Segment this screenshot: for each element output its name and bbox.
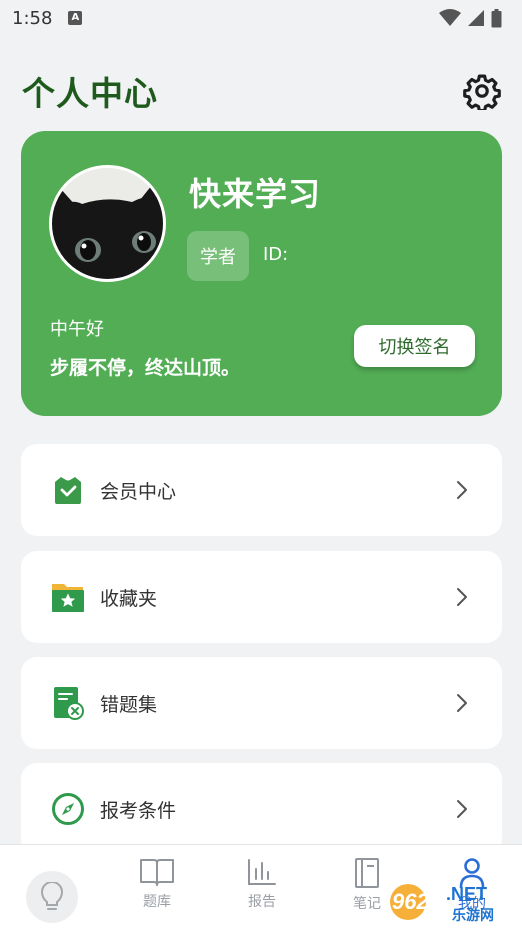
profile-name: 快来学习 bbox=[189, 175, 322, 213]
book-icon bbox=[140, 859, 174, 886]
lightbulb-icon bbox=[41, 882, 63, 910]
nav-item-question-bank[interactable]: 题库 bbox=[127, 857, 187, 911]
site-watermark: 962 .NET 乐游网 bbox=[386, 878, 518, 924]
chevron-right-icon bbox=[452, 693, 472, 713]
svg-text:乐游网: 乐游网 bbox=[452, 907, 494, 924]
chevron-right-icon bbox=[452, 799, 472, 819]
menu-item-membership[interactable]: 会员中心 bbox=[21, 444, 502, 536]
nav-item-report[interactable]: 报告 bbox=[232, 857, 292, 911]
chevron-right-icon bbox=[452, 587, 472, 607]
chevron-right-icon bbox=[452, 480, 472, 500]
compass-icon bbox=[51, 792, 85, 826]
role-badge: 学者 bbox=[187, 231, 249, 281]
menu-item-label: 会员中心 bbox=[100, 480, 177, 503]
notebook-icon bbox=[355, 858, 379, 888]
svg-text:962: 962 bbox=[392, 889, 429, 914]
switch-signature-button[interactable]: 切换签名 bbox=[354, 325, 475, 367]
status-time: 1:58 bbox=[12, 7, 53, 29]
greeting-text: 中午好 bbox=[50, 319, 104, 340]
battery-icon bbox=[491, 8, 502, 27]
gear-icon bbox=[463, 74, 501, 110]
nav-label-report: 报告 bbox=[248, 894, 276, 910]
profile-card: 快来学习 学者 ID: 中午好 步履不停，终达山顶。 切换签名 bbox=[21, 131, 502, 416]
wrong-questions-icon bbox=[51, 686, 85, 720]
nav-label-notes: 笔记 bbox=[353, 896, 381, 912]
menu-item-wrong-questions[interactable]: 错题集 bbox=[21, 657, 502, 749]
avatar[interactable] bbox=[49, 165, 166, 282]
bar-chart-icon bbox=[248, 859, 276, 885]
notification-icon: A bbox=[68, 11, 83, 25]
status-bar: 1:58 A bbox=[0, 0, 522, 36]
page-header: 个人中心 bbox=[22, 62, 502, 120]
signal-icon bbox=[468, 10, 484, 26]
cat-avatar-image bbox=[52, 168, 163, 279]
wifi-icon bbox=[439, 9, 461, 26]
svg-text:.NET: .NET bbox=[446, 884, 487, 904]
signature-text: 步履不停，终达山顶。 bbox=[50, 357, 241, 379]
nav-item-home[interactable] bbox=[26, 871, 78, 923]
shield-check-icon bbox=[51, 473, 85, 507]
nav-label-question-bank: 题库 bbox=[143, 894, 171, 910]
menu-item-label: 错题集 bbox=[100, 693, 158, 716]
menu-item-label: 报考条件 bbox=[100, 799, 177, 822]
status-icons bbox=[439, 8, 502, 28]
user-id-label: ID: bbox=[263, 244, 289, 265]
page-title: 个人中心 bbox=[22, 74, 158, 113]
star-folder-icon bbox=[51, 580, 85, 614]
menu-item-label: 收藏夹 bbox=[100, 587, 158, 610]
menu-item-exam-requirements[interactable]: 报考条件 bbox=[21, 763, 502, 855]
settings-button[interactable] bbox=[462, 71, 502, 111]
menu-item-favorites[interactable]: 收藏夹 bbox=[21, 551, 502, 643]
